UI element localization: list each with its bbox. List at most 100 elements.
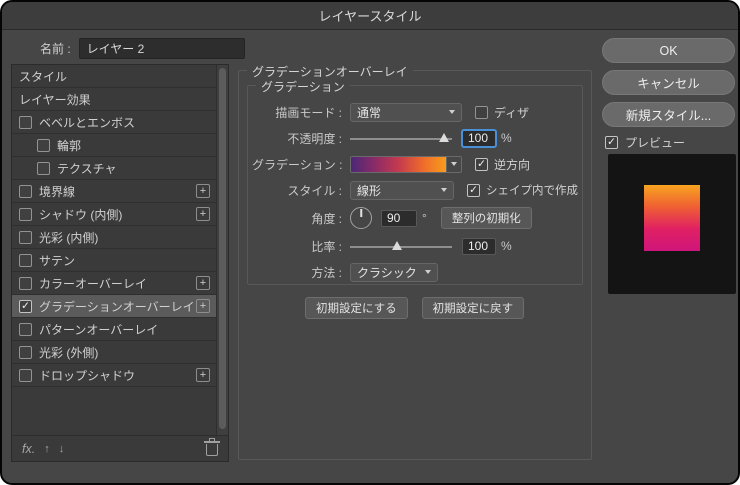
chevron-down-icon	[425, 270, 431, 274]
scrollbar-thumb[interactable]	[219, 68, 226, 429]
opacity-slider[interactable]	[350, 131, 452, 145]
add-inner-shadow-icon[interactable]: +	[196, 207, 210, 221]
pattern-overlay-checkbox[interactable]	[19, 323, 32, 336]
sidebar-item-texture[interactable]: テクスチャ	[12, 157, 217, 180]
blend-mode-label: 描画モード :	[252, 104, 342, 121]
gradient-picker[interactable]	[350, 156, 462, 173]
inner-shadow-checkbox[interactable]	[19, 208, 32, 221]
texture-checkbox[interactable]	[37, 162, 50, 175]
sidebar-item-label: レイヤー効果	[19, 91, 91, 108]
scale-input[interactable]: 100	[462, 238, 496, 255]
style-value: 線形	[357, 182, 381, 199]
sidebar-item-label: ドロップシャドウ	[39, 367, 135, 384]
styles-sidebar: スタイル レイヤー効果 ベベルとエンボス 輪郭 テ	[11, 64, 229, 462]
action-column: OK キャンセル 新規スタイル... ✓ プレビュー	[602, 38, 736, 151]
angle-unit: °	[422, 211, 427, 225]
sidebar-item-label: テクスチャ	[57, 160, 117, 177]
chevron-down-icon	[449, 110, 455, 114]
outer-glow-checkbox[interactable]	[19, 346, 32, 359]
layer-name-input[interactable]: レイヤー 2	[79, 38, 245, 59]
cancel-button[interactable]: キャンセル	[602, 70, 735, 95]
reset-alignment-button[interactable]: 整列の初期化	[441, 207, 532, 229]
preview-checkbox[interactable]: ✓	[605, 136, 618, 149]
align-with-layer-checkbox[interactable]: ✓	[467, 184, 480, 197]
gradient-group: グラデーション 描画モード : 通常 ディザ 不透明度	[247, 85, 583, 285]
sidebar-item-styles[interactable]: スタイル	[12, 65, 217, 88]
bevel-emboss-checkbox[interactable]	[19, 116, 32, 129]
opacity-input[interactable]: 100	[462, 130, 496, 147]
gradient-preview-bar[interactable]	[351, 157, 446, 172]
sidebar-item-inner-glow[interactable]: 光彩 (内側)	[12, 226, 217, 249]
sidebar-item-outer-glow[interactable]: 光彩 (外側)	[12, 341, 217, 364]
styles-list: スタイル レイヤー効果 ベベルとエンボス 輪郭 テ	[12, 65, 217, 387]
opacity-row: 不透明度 : 100 %	[252, 125, 578, 151]
sidebar-item-gradient-overlay[interactable]: ✓ グラデーションオーバーレイ +	[12, 295, 217, 318]
add-stroke-icon[interactable]: +	[196, 184, 210, 198]
delete-effect-icon[interactable]	[206, 444, 218, 456]
sidebar-item-contour[interactable]: 輪郭	[12, 134, 217, 157]
gradient-label: グラデーション :	[252, 156, 342, 173]
chevron-down-icon	[451, 162, 457, 166]
make-default-button[interactable]: 初期設定にする	[305, 297, 408, 319]
sidebar-scrollbar[interactable]	[216, 65, 228, 435]
gradient-row: グラデーション : ✓ 逆方向	[252, 151, 578, 177]
sidebar-item-label: 光彩 (外側)	[39, 344, 98, 361]
sidebar-item-label: パターンオーバーレイ	[39, 321, 158, 338]
reverse-label: 逆方向	[494, 156, 530, 173]
gradient-overlay-panel: グラデーションオーバーレイ グラデーション 描画モード : 通常 ディザ	[238, 70, 592, 460]
new-style-button[interactable]: 新規スタイル...	[602, 102, 735, 127]
move-effect-down-icon[interactable]: ↓	[59, 443, 65, 455]
satin-checkbox[interactable]	[19, 254, 32, 267]
sidebar-item-stroke[interactable]: 境界線 +	[12, 180, 217, 203]
chevron-down-icon	[441, 188, 447, 192]
scale-slider[interactable]	[350, 239, 452, 253]
scale-slider-thumb[interactable]	[392, 241, 402, 250]
sidebar-item-inner-shadow[interactable]: シャドウ (内側) +	[12, 203, 217, 226]
window-frame: レイヤースタイル 名前 : レイヤー 2 スタイル レイヤー効果 ベベルとエンボ…	[0, 0, 740, 485]
preview-label: プレビュー	[625, 134, 685, 151]
color-overlay-checkbox[interactable]	[19, 277, 32, 290]
stroke-checkbox[interactable]	[19, 185, 32, 198]
method-value: クラシック	[357, 264, 417, 281]
fx-button[interactable]: fx.	[22, 442, 35, 456]
angle-needle	[360, 209, 362, 217]
dither-checkbox[interactable]	[475, 106, 488, 119]
slider-track	[350, 138, 452, 140]
sidebar-item-label: スタイル	[19, 68, 67, 85]
add-gradient-overlay-icon[interactable]: +	[196, 299, 210, 313]
reverse-checkbox[interactable]: ✓	[475, 158, 488, 171]
style-select[interactable]: 線形	[350, 181, 454, 200]
angle-label: 角度 :	[252, 210, 342, 227]
add-drop-shadow-icon[interactable]: +	[196, 368, 210, 382]
method-label: 方法 :	[252, 264, 342, 281]
sidebar-item-bevel-emboss[interactable]: ベベルとエンボス	[12, 111, 217, 134]
dialog-title: レイヤースタイル	[319, 6, 422, 25]
scale-unit: %	[501, 239, 512, 253]
reset-to-default-button[interactable]: 初期設定に戻す	[422, 297, 525, 319]
angle-input[interactable]: 90	[381, 210, 417, 227]
sidebar-item-satin[interactable]: サテン	[12, 249, 217, 272]
ok-button[interactable]: OK	[602, 38, 735, 63]
blend-mode-select[interactable]: 通常	[350, 103, 462, 122]
angle-dial[interactable]	[350, 207, 372, 229]
sidebar-item-color-overlay[interactable]: カラーオーバーレイ +	[12, 272, 217, 295]
gradient-dropdown-button[interactable]	[446, 157, 461, 172]
sidebar-item-layer-effects[interactable]: レイヤー効果	[12, 88, 217, 111]
sidebar-item-pattern-overlay[interactable]: パターンオーバーレイ	[12, 318, 217, 341]
contour-checkbox[interactable]	[37, 139, 50, 152]
drop-shadow-checkbox[interactable]	[19, 369, 32, 382]
blend-mode-value: 通常	[357, 104, 381, 121]
sidebar-item-label: シャドウ (内側)	[39, 206, 122, 223]
align-with-layer-label: シェイプ内で作成	[486, 182, 578, 198]
method-select[interactable]: クラシック	[350, 263, 438, 282]
opacity-slider-thumb[interactable]	[439, 133, 449, 142]
sidebar-item-label: ベベルとエンボス	[39, 114, 135, 131]
add-color-overlay-icon[interactable]: +	[196, 276, 210, 290]
move-effect-up-icon[interactable]: ↑	[44, 443, 50, 455]
preview-toggle-row: ✓ プレビュー	[605, 134, 736, 151]
opacity-unit: %	[501, 131, 512, 145]
gradient-overlay-checkbox[interactable]: ✓	[19, 300, 32, 313]
inner-glow-checkbox[interactable]	[19, 231, 32, 244]
sidebar-item-drop-shadow[interactable]: ドロップシャドウ +	[12, 364, 217, 387]
preview-swatch	[644, 185, 700, 251]
